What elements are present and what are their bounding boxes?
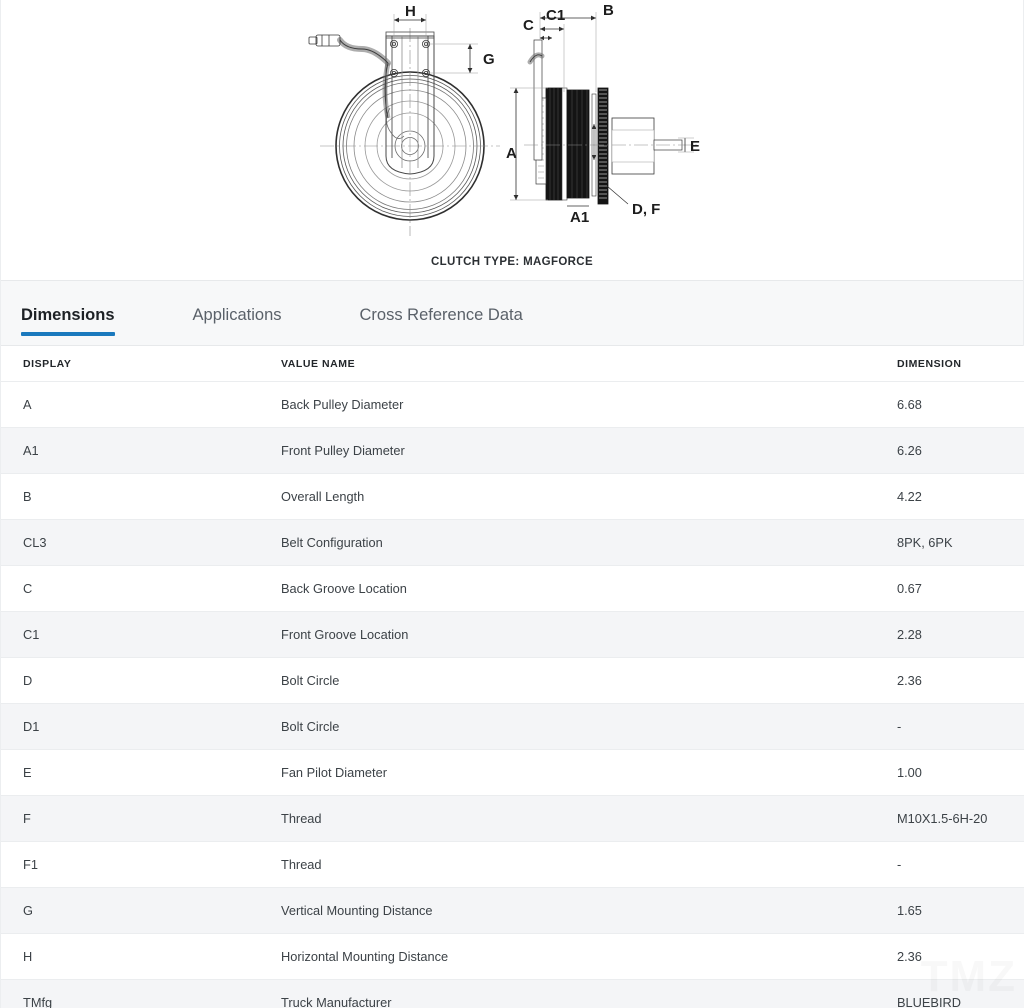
cell-value-name: Thread [281, 841, 897, 888]
cell-value-name: Truck Manufacturer [281, 979, 897, 1008]
cell-value-name: Bolt Circle [281, 703, 897, 750]
table-row: G Vertical Mounting Distance 1.65 [1, 887, 1024, 934]
table-row: H Horizontal Mounting Distance 2.36 [1, 933, 1024, 980]
cell-dimension: 2.28 [897, 611, 1024, 658]
cell-display: C [1, 565, 281, 612]
dim-label-h: H [405, 3, 416, 20]
cell-value-name: Back Groove Location [281, 565, 897, 612]
cell-display: F [1, 795, 281, 842]
cell-display: H [1, 933, 281, 980]
dim-label-a: A [506, 145, 517, 162]
clutch-technical-drawing: H G C C1 B A A1 E D, F [1, 0, 1023, 236]
product-detail-page: H G C C1 B A A1 E D, F CLUTCH TYPE: MAGF… [0, 0, 1024, 1008]
column-header-display: DISPLAY [1, 346, 281, 382]
cell-value-name: Front Pulley Diameter [281, 427, 897, 474]
cell-dimension: 8PK, 6PK [897, 519, 1024, 566]
tab-applications[interactable]: Applications [193, 306, 282, 345]
table-row: B Overall Length 4.22 [1, 473, 1024, 520]
table-head: DISPLAY VALUE NAME DIMENSION [1, 346, 1024, 382]
table-row: E Fan Pilot Diameter 1.00 [1, 749, 1024, 796]
dim-label-df: D, F [632, 201, 660, 218]
cell-dimension: 4.22 [897, 473, 1024, 520]
cell-display: F1 [1, 841, 281, 888]
table-row: A1 Front Pulley Diameter 6.26 [1, 427, 1024, 474]
table-row: D1 Bolt Circle - [1, 703, 1024, 750]
cell-dimension: 0.67 [897, 565, 1024, 612]
cell-display: A1 [1, 427, 281, 474]
table-row: D Bolt Circle 2.36 [1, 657, 1024, 704]
cell-value-name: Front Groove Location [281, 611, 897, 658]
column-header-dimension: DIMENSION [897, 346, 1024, 382]
cell-value-name: Belt Configuration [281, 519, 897, 566]
cell-value-name: Back Pulley Diameter [281, 381, 897, 428]
cell-dimension: 6.68 [897, 381, 1024, 428]
table-row: C Back Groove Location 0.67 [1, 565, 1024, 612]
cell-value-name: Thread [281, 795, 897, 842]
cell-display: B [1, 473, 281, 520]
dim-label-c1: C1 [546, 7, 565, 24]
clutch-type-caption: CLUTCH TYPE: MAGFORCE [431, 256, 593, 268]
cell-display: G [1, 887, 281, 934]
cell-dimension: - [897, 841, 1024, 888]
cell-dimension: BLUEBIRD [897, 979, 1024, 1008]
detail-tabs: Dimensions Applications Cross Reference … [1, 280, 1023, 346]
dim-label-b: B [603, 2, 614, 19]
cell-dimension: 2.36 [897, 933, 1024, 980]
cell-dimension: 1.65 [897, 887, 1024, 934]
clutch-drawing-svg: H G C C1 B A A1 E D, F [308, 2, 700, 236]
cell-dimension: M10X1.5-6H-20 [897, 795, 1024, 842]
cell-display: E [1, 749, 281, 796]
table-row: C1 Front Groove Location 2.28 [1, 611, 1024, 658]
cell-dimension: - [897, 703, 1024, 750]
cell-display: C1 [1, 611, 281, 658]
cell-display: TMfg [1, 979, 281, 1008]
cell-dimension: 2.36 [897, 657, 1024, 704]
cell-dimension: 1.00 [897, 749, 1024, 796]
cell-display: CL3 [1, 519, 281, 566]
table-row: A Back Pulley Diameter 6.68 [1, 381, 1024, 428]
cell-value-name: Bolt Circle [281, 657, 897, 704]
dim-label-e: E [690, 138, 700, 155]
dim-label-g: G [483, 51, 495, 68]
table-row: F1 Thread - [1, 841, 1024, 888]
clutch-diagram-section: H G C C1 B A A1 E D, F CLUTCH TYPE: MAGF… [1, 0, 1023, 280]
table-row: CL3 Belt Configuration 8PK, 6PK [1, 519, 1024, 566]
cell-dimension: 6.26 [897, 427, 1024, 474]
dim-label-a1: A1 [570, 209, 589, 226]
cell-value-name: Overall Length [281, 473, 897, 520]
tab-dimensions[interactable]: Dimensions [21, 306, 115, 345]
cell-display: A [1, 381, 281, 428]
table-body: A Back Pulley Diameter 6.68 A1 Front Pulley … [1, 381, 1024, 1008]
cell-value-name: Vertical Mounting Distance [281, 887, 897, 934]
table-row: F Thread M10X1.5-6H-20 [1, 795, 1024, 842]
cell-display: D1 [1, 703, 281, 750]
dimensions-table: DISPLAY VALUE NAME DIMENSION A Back Pulle… [1, 346, 1024, 1008]
dim-label-c: C [523, 17, 534, 34]
tab-cross-reference-data[interactable]: Cross Reference Data [360, 306, 523, 345]
table-header-row: DISPLAY VALUE NAME DIMENSION [1, 346, 1024, 382]
cell-display: D [1, 657, 281, 704]
cell-value-name: Fan Pilot Diameter [281, 749, 897, 796]
cell-value-name: Horizontal Mounting Distance [281, 933, 897, 980]
column-header-value-name: VALUE NAME [281, 346, 897, 382]
table-row: TMfg Truck Manufacturer BLUEBIRD [1, 979, 1024, 1008]
